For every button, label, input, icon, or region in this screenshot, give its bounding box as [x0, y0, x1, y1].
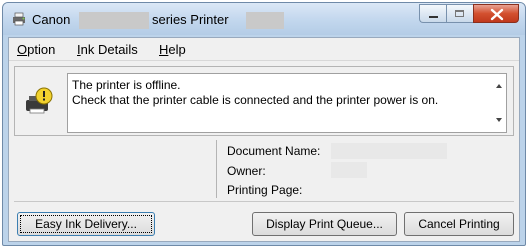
status-message: The printer is offline. Check that the p…	[72, 78, 439, 107]
maximize-button[interactable]	[446, 4, 473, 23]
redacted-model-name	[79, 12, 149, 29]
status-panel: The printer is offline. Check that the p…	[14, 66, 514, 136]
menu-option[interactable]: Option	[17, 42, 55, 57]
menu-ink-details[interactable]: Ink Details	[77, 42, 138, 57]
printing-page-label: Printing Page:	[227, 183, 303, 197]
document-name-value-redacted	[331, 143, 447, 159]
window-title-middle: series Printer	[152, 12, 229, 27]
owner-value-redacted	[331, 162, 367, 178]
print-job-info: Document Name: Owner: Printing Page:	[216, 140, 515, 198]
separator-line	[14, 201, 514, 202]
menu-bar: Option Ink Details Help	[9, 38, 519, 61]
cancel-printing-button[interactable]: Cancel Printing	[404, 212, 514, 236]
scroll-down-icon[interactable]	[496, 118, 502, 122]
menu-option-label: ption	[27, 42, 56, 57]
printer-app-icon	[13, 12, 25, 26]
owner-label: Owner:	[227, 164, 266, 178]
title-bar[interactable]: Canon series Printer	[3, 3, 525, 35]
close-button[interactable]	[473, 4, 519, 23]
menu-help-label: elp	[168, 42, 186, 57]
menu-help[interactable]: Help	[159, 42, 186, 57]
printer-warning-icon	[26, 87, 53, 114]
window-title-prefix: Canon	[32, 12, 71, 27]
printer-status-window: Canon series Printer Option Ink Details …	[2, 2, 526, 246]
status-message-box[interactable]: The printer is offline. Check that the p…	[67, 73, 507, 133]
easy-ink-delivery-button[interactable]: Easy Ink Delivery...	[17, 212, 155, 236]
display-print-queue-button[interactable]: Display Print Queue...	[252, 212, 397, 236]
redacted-printer-name	[246, 12, 284, 29]
maximize-icon	[455, 10, 464, 17]
caption-buttons	[419, 4, 519, 24]
menu-ink-label: nk Details	[80, 42, 138, 57]
menu-option-accel: O	[17, 42, 28, 57]
menu-help-accel: H	[159, 42, 169, 57]
minimize-button[interactable]	[419, 4, 446, 23]
minimize-icon	[429, 16, 438, 18]
document-name-label: Document Name:	[227, 144, 321, 158]
scroll-up-icon[interactable]	[496, 84, 502, 88]
client-area: Option Ink Details Help The printer is o…	[8, 37, 520, 242]
close-icon	[490, 8, 504, 21]
